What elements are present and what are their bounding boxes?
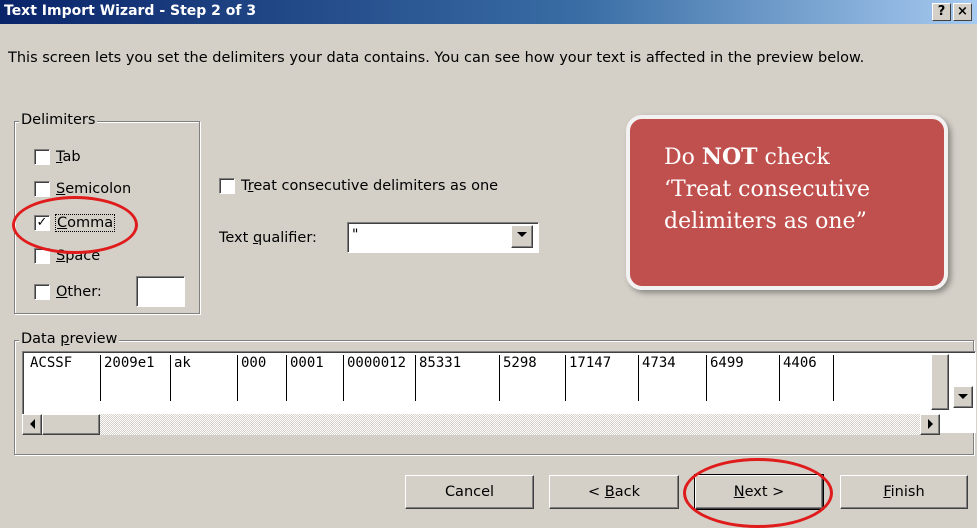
tab-checkbox[interactable] xyxy=(34,149,50,165)
scroll-right-button[interactable] xyxy=(920,414,940,435)
window-title: Text Import Wizard - Step 2 of 3 xyxy=(4,3,257,19)
qualifier-label: Text qualifier: xyxy=(219,230,317,246)
title-bar[interactable]: Text Import Wizard - Step 2 of 3 ? × xyxy=(0,0,977,24)
qualifier-value: " xyxy=(352,227,359,243)
scroll-down-button[interactable] xyxy=(953,386,973,408)
chevron-down-icon xyxy=(517,232,527,237)
consecutive-option[interactable]: Treat consecutive delimiters as one xyxy=(219,178,498,194)
horizontal-scroll-track[interactable] xyxy=(100,414,920,435)
horizontal-scroll-thumb[interactable] xyxy=(42,414,100,435)
back-button[interactable]: < Back xyxy=(549,475,679,509)
help-button[interactable]: ? xyxy=(932,3,951,21)
preview-cell: 000 xyxy=(238,355,287,401)
preview-cell: 4406 xyxy=(780,355,834,401)
preview-cell: 4734 xyxy=(639,355,707,401)
preview-cell: ACSSF xyxy=(27,355,101,401)
warning-callout: Do NOT check ‘Treat consecutive delimite… xyxy=(626,115,948,290)
delimiters-legend: Delimiters xyxy=(19,112,98,128)
preview-cell: 85331 xyxy=(416,355,500,401)
finish-button[interactable]: Finish xyxy=(840,475,968,509)
preview-cell: ak xyxy=(171,355,238,401)
other-checkbox[interactable] xyxy=(34,284,50,300)
preview-cell: 2009e1 xyxy=(101,355,171,401)
preview-cell: 0000012 xyxy=(344,355,416,401)
callout-line-2: ‘Treat consecutive xyxy=(664,177,871,202)
intro-text: This screen lets you set the delimiters … xyxy=(8,50,865,66)
semicolon-checkbox[interactable] xyxy=(34,181,50,197)
other-input[interactable] xyxy=(136,276,185,307)
comma-highlight-oval xyxy=(12,196,138,254)
callout-line-3: delimiters as one” xyxy=(664,209,867,234)
consecutive-checkbox[interactable] xyxy=(219,178,235,194)
chevron-down-icon xyxy=(958,394,968,399)
semicolon-label: Semicolon xyxy=(56,181,132,197)
vertical-scroll-thumb[interactable] xyxy=(931,354,949,410)
qualifier-row: Text qualifier: xyxy=(219,230,317,246)
data-preview-legend: Data preview xyxy=(19,331,120,347)
preview-cell: 5298 xyxy=(500,355,566,401)
cancel-button[interactable]: Cancel xyxy=(405,475,534,509)
tab-label: Tab xyxy=(56,149,81,165)
other-label: Other: xyxy=(56,284,102,300)
horizontal-scrollbar[interactable] xyxy=(22,414,940,435)
tab-option[interactable]: Tab xyxy=(34,149,81,165)
preview-cell: 6499 xyxy=(707,355,780,401)
preview-cell: 17147 xyxy=(566,355,639,401)
preview-row: ACSSF 2009e1 ak 000 0001 0000012 85331 5… xyxy=(27,355,834,401)
chevron-left-icon xyxy=(29,419,35,429)
close-button[interactable]: × xyxy=(953,3,972,21)
qualifier-dropdown-button[interactable] xyxy=(511,225,533,248)
semicolon-option[interactable]: Semicolon xyxy=(34,181,131,197)
qualifier-select[interactable]: " xyxy=(347,222,539,253)
scroll-left-button[interactable] xyxy=(22,414,42,435)
chevron-right-icon xyxy=(927,419,933,429)
callout-line-1: Do NOT check xyxy=(664,144,830,170)
consecutive-label: Treat consecutive delimiters as one xyxy=(241,178,499,194)
other-option[interactable]: Other: xyxy=(34,284,102,300)
preview-cell: 0001 xyxy=(287,355,344,401)
